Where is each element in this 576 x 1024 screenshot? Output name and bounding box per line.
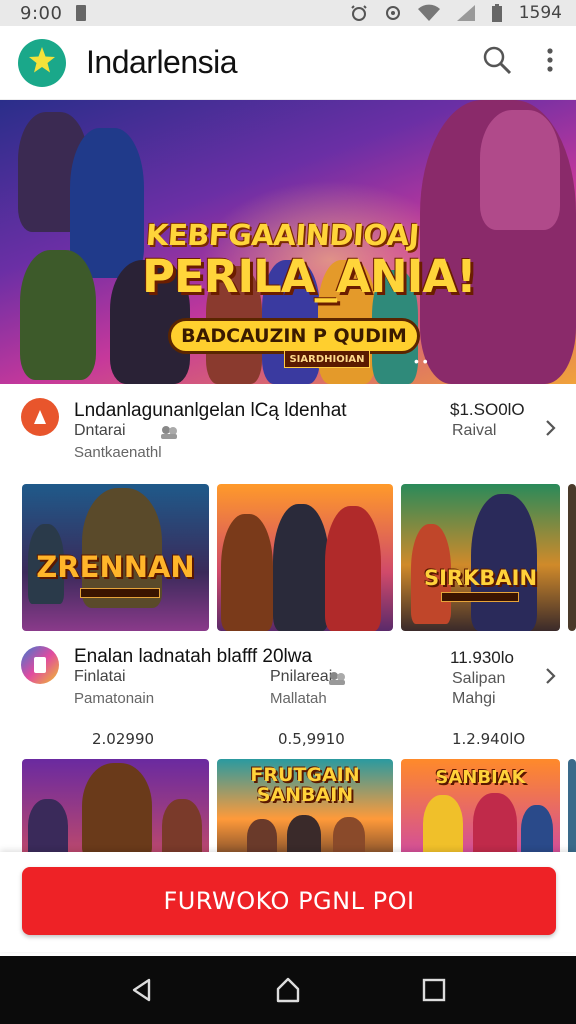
game-tile[interactable]: FRUTGAIN SANBAIN <box>217 759 393 859</box>
status-icons: 1594 <box>349 3 562 23</box>
notification-icon <box>76 5 87 21</box>
signal-icon <box>455 4 477 22</box>
hero-character <box>20 250 96 380</box>
tile-character <box>473 793 517 859</box>
row-price-sub-2: Mahgi <box>452 690 496 707</box>
system-nav-bar <box>0 956 576 1024</box>
app-logo[interactable] <box>18 38 66 87</box>
settings-icon <box>383 3 403 23</box>
row-subtitle: Finlatai <box>74 668 126 685</box>
row-price-sub: Salipan <box>452 670 506 687</box>
hero-badge: SIARDHIOIAN <box>284 350 370 368</box>
row-title: Enalan ladnatah blafff 20lwa <box>74 646 313 667</box>
row-app-icon <box>21 398 59 436</box>
app-title: Indarlensia <box>86 44 238 80</box>
tile-banner <box>80 588 160 598</box>
tile-character <box>325 506 381 631</box>
back-icon[interactable] <box>129 977 155 1003</box>
status-clock: 1594 <box>518 3 562 23</box>
tile-character <box>221 514 273 631</box>
tile-label: FRUTGAIN SANBAIN <box>250 764 360 806</box>
hero-title-line2: PERILA_ANIA! <box>142 250 477 303</box>
row-price: $1.SO0lO <box>450 400 525 419</box>
tile-character <box>521 805 553 859</box>
game-tile[interactable]: SIRKBAIN <box>401 484 560 631</box>
game-tile[interactable] <box>217 484 393 631</box>
tile-label: SANBIAK <box>435 767 526 788</box>
row-meta: Santkaenathl <box>74 444 162 461</box>
game-tile[interactable]: ZRENNAN <box>22 484 209 631</box>
tile-banner <box>441 592 519 602</box>
hero-title-line1: KEBFGAAINDIOAJ <box>144 218 421 252</box>
chevron-right-icon[interactable] <box>540 666 560 686</box>
row-meta-2: Mallatah <box>270 690 327 707</box>
search-icon[interactable] <box>482 45 512 80</box>
more-vert-icon[interactable] <box>546 47 554 78</box>
game-tile-partial[interactable] <box>568 484 576 631</box>
game-tile[interactable] <box>22 759 209 859</box>
stat-value: 0.5,9910 <box>278 730 345 748</box>
tile-character <box>273 504 329 631</box>
row-subtitle-2: Pnilareai <box>270 668 333 685</box>
stat-value: 1.2.940lO <box>452 730 526 748</box>
home-icon[interactable] <box>274 976 302 1004</box>
tile-character <box>82 763 152 859</box>
chevron-right-icon[interactable] <box>540 418 560 438</box>
users-icon <box>326 670 348 686</box>
wifi-icon <box>417 4 441 22</box>
row-meta: Pamatonain <box>74 690 155 707</box>
tile-character <box>423 795 463 859</box>
tile-character <box>162 799 202 859</box>
hero-banner[interactable]: KEBFGAAINDIOAJ PERILA_ANIA! BADCAUZIN P … <box>0 100 576 384</box>
row-price: 11.930lo <box>450 648 514 667</box>
hero-character <box>480 110 560 230</box>
tile-label: ZRENNAN <box>36 550 195 584</box>
row-price-sub: Raival <box>452 422 497 439</box>
alarm-icon <box>349 3 369 23</box>
app-bar: Indarlensia <box>0 26 576 100</box>
battery-icon <box>491 3 503 23</box>
status-time: 9:00 <box>20 2 63 24</box>
list-item[interactable]: Enalan ladnatah blafff 20lwa Finlatai Pa… <box>0 640 576 720</box>
row-app-icon <box>21 646 59 684</box>
game-tile-partial[interactable] <box>568 759 576 859</box>
cta-container: FURWOKO PGNL POI <box>0 852 576 952</box>
tile-character <box>471 494 537 631</box>
row-subtitle: Dntarai <box>74 422 126 439</box>
hero-character <box>70 128 144 278</box>
stats-row: 2.02990 0.5,9910 1.2.940lO <box>0 730 576 752</box>
recents-icon[interactable] <box>421 977 447 1003</box>
row-title: Lndanlagunanlgelan lCą ldenhat <box>74 400 347 421</box>
hero-subtitle: BADCAUZIN P QUDIM <box>168 318 420 354</box>
app-actions <box>482 45 558 80</box>
list-item[interactable]: Lndanlagunanlgelan lCą ldenhat Dntarai S… <box>0 392 576 472</box>
primary-cta-button[interactable]: FURWOKO PGNL POI <box>22 867 556 935</box>
stat-value: 2.02990 <box>92 730 155 748</box>
tile-label: SIRKBAIN <box>423 566 538 590</box>
game-tile[interactable]: SANBIAK <box>401 759 560 859</box>
hero-dots: • • <box>414 353 428 369</box>
users-icon <box>158 424 180 440</box>
tile-character <box>28 799 68 859</box>
star-icon <box>27 45 57 80</box>
status-bar: 9:00 1594 <box>0 0 576 26</box>
